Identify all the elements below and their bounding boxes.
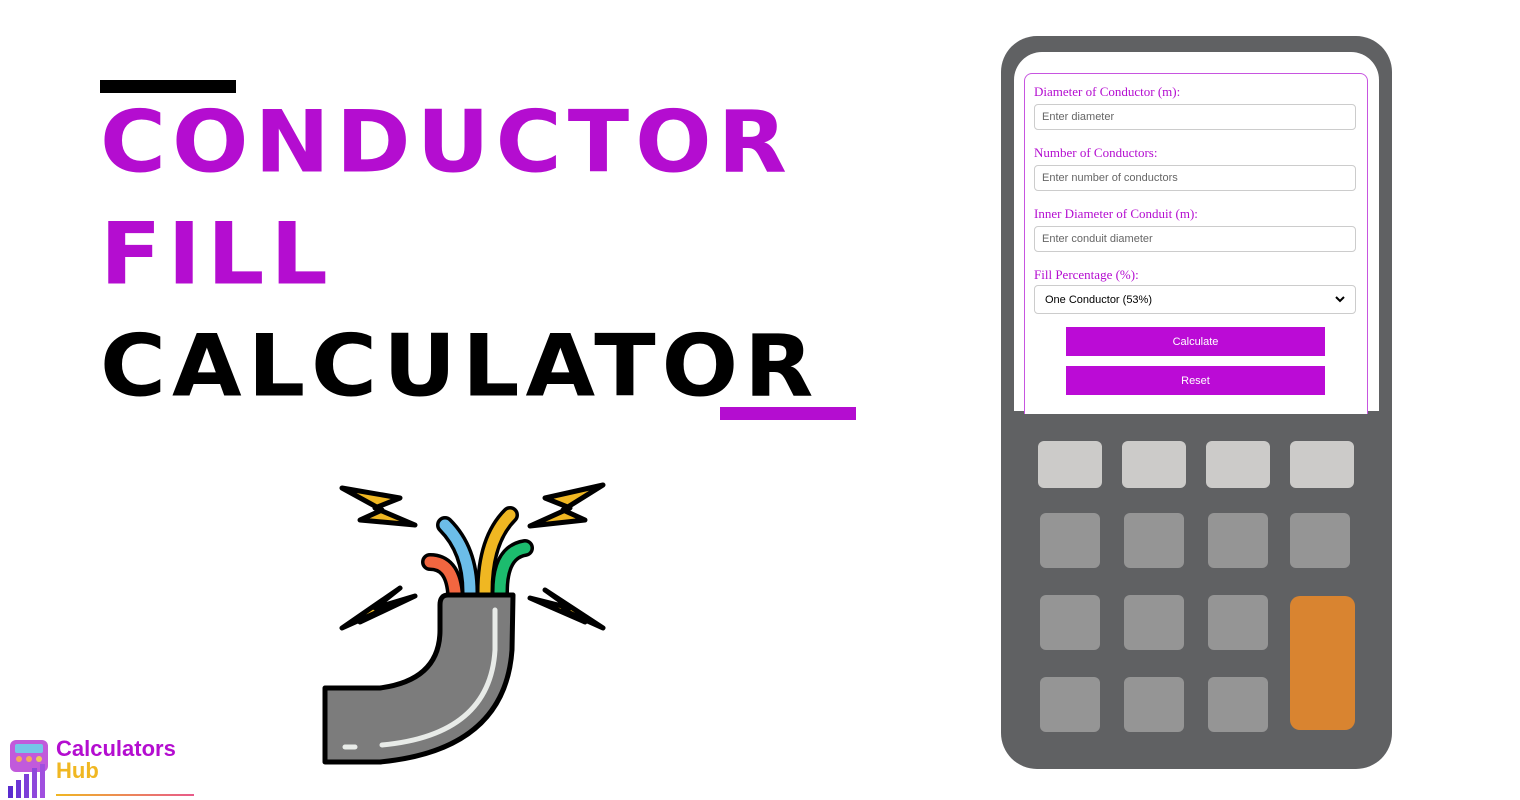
- conduit-diameter-input[interactable]: [1034, 226, 1356, 252]
- chevron-down-icon: [1335, 296, 1345, 303]
- title-underline: [720, 407, 856, 420]
- logo-text-hub: Hub: [56, 758, 99, 783]
- spark-icon: [339, 585, 418, 631]
- conductor-fill-form: Diameter of Conductor (m): Number of Con…: [1024, 73, 1368, 414]
- reset-button[interactable]: Reset: [1066, 366, 1325, 395]
- calculator-key: [1038, 441, 1102, 488]
- calculator-key: [1290, 513, 1350, 568]
- calculator-key: [1124, 513, 1184, 568]
- calculator-key-equals: [1290, 596, 1355, 730]
- calculator-key: [1040, 513, 1100, 568]
- spark-icon: [339, 485, 418, 528]
- calculator-key: [1040, 677, 1100, 732]
- calculator-key: [1040, 595, 1100, 650]
- calculator-key: [1124, 595, 1184, 650]
- spark-icon: [527, 587, 606, 631]
- spark-icon: [527, 482, 606, 529]
- calculator-key: [1124, 677, 1184, 732]
- title-line-2: FILL: [100, 204, 334, 305]
- calculator-logo-icon: [8, 740, 48, 798]
- calculator-key: [1208, 513, 1268, 568]
- broken-cable-sparks-icon: [322, 482, 606, 765]
- num-conductors-input[interactable]: [1034, 165, 1356, 191]
- calculators-hub-logo[interactable]: Calculators Hub: [6, 736, 196, 800]
- calculator-key: [1208, 595, 1268, 650]
- conduit-diameter-label: Inner Diameter of Conduit (m):: [1034, 206, 1198, 221]
- calculator-key: [1206, 441, 1270, 488]
- fill-percentage-label: Fill Percentage (%):: [1034, 267, 1139, 282]
- calculate-button[interactable]: Calculate: [1066, 327, 1325, 356]
- title-decor-bar: [100, 80, 236, 93]
- calculator-key: [1122, 441, 1186, 488]
- title-line-1: CONDUCTOR: [100, 92, 793, 193]
- num-conductors-label: Number of Conductors:: [1034, 145, 1158, 160]
- title-line-3: CALCULATOR: [100, 316, 820, 417]
- fill-percentage-value: One Conductor (53%): [1045, 293, 1152, 306]
- calculator-key: [1290, 441, 1354, 488]
- diameter-input[interactable]: [1034, 104, 1356, 130]
- logo-underline: [56, 794, 194, 796]
- calculator-key: [1208, 677, 1268, 732]
- fill-percentage-select[interactable]: One Conductor (53%): [1034, 285, 1356, 314]
- diameter-label: Diameter of Conductor (m):: [1034, 84, 1181, 99]
